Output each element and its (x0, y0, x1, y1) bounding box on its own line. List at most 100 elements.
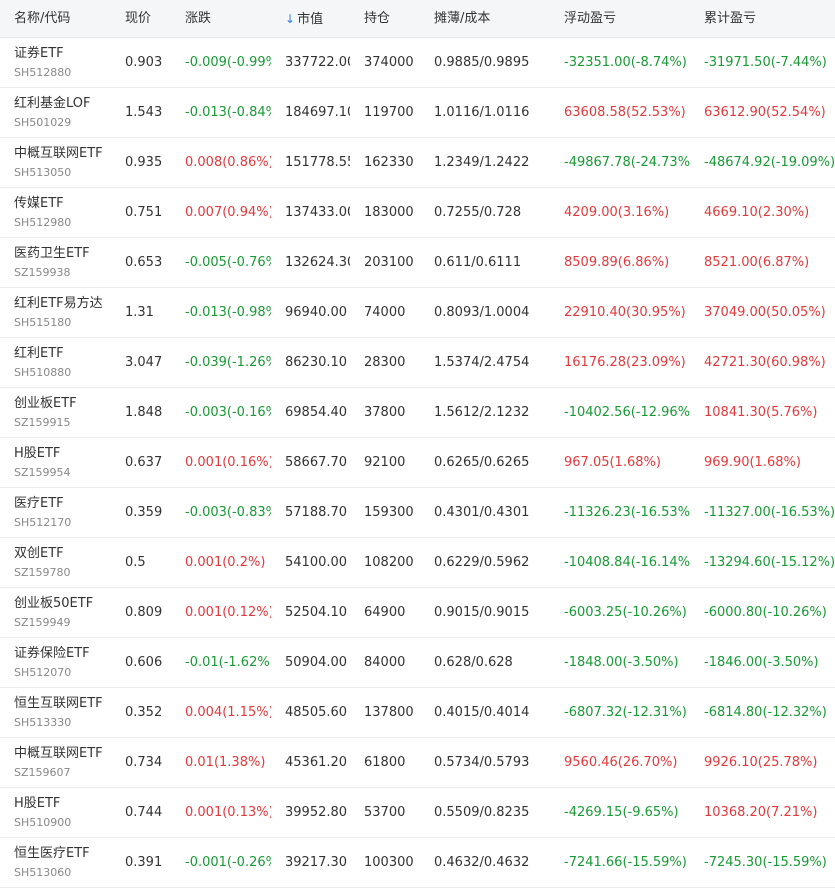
total-pnl-cell: -1846.00(-3.50%) (704, 655, 819, 670)
column-header-position[interactable]: 持仓 (350, 0, 420, 37)
market-value-cell: 132624.30 (285, 255, 350, 270)
table-row[interactable]: 创业板50ETF SZ159949 0.809 0.001(0.12%) 525… (0, 588, 835, 638)
table-row[interactable]: 红利基金LOF SH501029 1.543 -0.013(-0.84%) 18… (0, 88, 835, 138)
fund-name: H股ETF (14, 795, 61, 811)
price-cell: 1.848 (125, 405, 163, 420)
table-row[interactable]: 恒生互联网ETF SH513330 0.352 0.004(1.15%) 485… (0, 688, 835, 738)
table-row[interactable]: 双创ETF SZ159780 0.5 0.001(0.2%) 54100.00 … (0, 538, 835, 588)
name-code-cell: 医疗ETF SH512170 (0, 488, 111, 538)
table-row[interactable]: 红利ETF易方达 SH515180 1.31 -0.013(-0.98%) 96… (0, 288, 835, 338)
cost-cell: 0.8093/1.0004 (434, 305, 530, 320)
total-pnl-cell: -11327.00(-16.53%) (704, 505, 835, 520)
floating-pnl-cell: -6003.25(-10.26%) (564, 605, 687, 620)
floating-pnl-cell: 22910.40(30.95%) (564, 305, 686, 320)
fund-name: 传媒ETF (14, 195, 64, 211)
name-code-cell: 创业板50ETF SZ159949 (0, 588, 111, 638)
fund-code: SZ159938 (14, 265, 71, 279)
fund-code: SH501029 (14, 115, 72, 129)
table-row[interactable]: H股ETF SH510900 0.744 0.001(0.13%) 39952.… (0, 788, 835, 838)
total-pnl-cell: 37049.00(50.05%) (704, 305, 826, 320)
column-header-change[interactable]: 涨跌 (171, 0, 271, 37)
table-row[interactable]: 证券ETF SH512880 0.903 -0.009(-0.99%) 3377… (0, 38, 835, 88)
change-cell: 0.01(1.38%) (185, 755, 266, 770)
fund-code: SH513330 (14, 715, 72, 729)
name-code-cell: H股ETF SH510900 (0, 788, 111, 838)
floating-pnl-cell: -11326.23(-16.53%) (564, 505, 690, 520)
position-cell: 203100 (364, 255, 414, 270)
position-cell: 108200 (364, 555, 414, 570)
position-cell: 159300 (364, 505, 414, 520)
floating-pnl-cell: -49867.78(-24.73%) (564, 155, 690, 170)
cost-cell: 0.9885/0.9895 (434, 55, 530, 70)
change-cell: 0.004(1.15%) (185, 705, 271, 720)
floating-pnl-cell: -1848.00(-3.50%) (564, 655, 679, 670)
position-cell: 74000 (364, 305, 406, 320)
total-pnl-cell: 4669.10(2.30%) (704, 205, 810, 220)
table-row[interactable]: 证券保险ETF SH512070 0.606 -0.01(-1.62%) 509… (0, 638, 835, 688)
market-value-cell: 151778.55 (285, 155, 350, 170)
total-pnl-cell: -6000.80(-10.26%) (704, 605, 827, 620)
floating-pnl-cell: -10408.84(-16.14%) (564, 555, 690, 570)
fund-code: SZ159780 (14, 565, 71, 579)
total-pnl-cell: -13294.60(-15.12%) (704, 555, 835, 570)
total-pnl-cell: 42721.30(60.98%) (704, 355, 826, 370)
fund-name: 创业板ETF (14, 395, 77, 411)
market-value-cell: 137433.00 (285, 205, 350, 220)
fund-name: H股ETF (14, 445, 61, 461)
fund-name: 红利ETF (14, 345, 64, 361)
table-row[interactable]: 中概互联网ETF SH513050 0.935 0.008(0.86%) 151… (0, 138, 835, 188)
table-row[interactable]: H股ETF SZ159954 0.637 0.001(0.16%) 58667.… (0, 438, 835, 488)
name-code-cell: 医药卫生ETF SZ159938 (0, 238, 111, 288)
column-header-total-pnl[interactable]: 累计盈亏 (690, 0, 835, 37)
position-cell: 162330 (364, 155, 414, 170)
change-cell: -0.013(-0.84%) (185, 105, 271, 120)
column-header-floating-pnl[interactable]: 浮动盈亏 (550, 0, 690, 37)
position-cell: 374000 (364, 55, 414, 70)
total-pnl-cell: -7245.30(-15.59%) (704, 855, 827, 870)
total-pnl-cell: -31971.50(-7.44%) (704, 55, 827, 70)
column-header-name-code[interactable]: 名称/代码 (0, 0, 111, 37)
column-header-market-value[interactable]: ↓ 市值 (271, 0, 350, 37)
change-cell: -0.003(-0.16%) (185, 405, 271, 420)
market-value-cell: 45361.20 (285, 755, 348, 770)
price-cell: 1.543 (125, 105, 163, 120)
total-pnl-cell: 10368.20(7.21%) (704, 805, 818, 820)
floating-pnl-cell: 9560.46(26.70%) (564, 755, 678, 770)
cost-cell: 1.2349/1.2422 (434, 155, 530, 170)
table-row[interactable]: 创业板ETF SZ159915 1.848 -0.003(-0.16%) 698… (0, 388, 835, 438)
floating-pnl-cell: 16176.28(23.09%) (564, 355, 686, 370)
market-value-cell: 39217.30 (285, 855, 348, 870)
name-code-cell: 红利ETF易方达 SH515180 (0, 288, 111, 338)
fund-name: 证券ETF (14, 45, 64, 61)
table-row[interactable]: 恒生医疗ETF SH513060 0.391 -0.001(-0.26%) 39… (0, 838, 835, 888)
fund-code: SH512880 (14, 65, 72, 79)
table-row[interactable]: 医疗ETF SH512170 0.359 -0.003(-0.83%) 5718… (0, 488, 835, 538)
price-cell: 0.734 (125, 755, 163, 770)
price-cell: 0.359 (125, 505, 163, 520)
market-value-cell: 58667.70 (285, 455, 348, 470)
fund-name: 中概互联网ETF (14, 145, 103, 161)
table-row[interactable]: 中概互联网ETF SZ159607 0.734 0.01(1.38%) 4536… (0, 738, 835, 788)
name-code-cell: 红利ETF SH510880 (0, 338, 111, 388)
change-cell: 0.007(0.94%) (185, 205, 271, 220)
change-cell: -0.039(-1.26%) (185, 355, 271, 370)
change-cell: -0.003(-0.83%) (185, 505, 271, 520)
fund-code: SH510900 (14, 815, 72, 829)
table-row[interactable]: 红利ETF SH510880 3.047 -0.039(-1.26%) 8623… (0, 338, 835, 388)
market-value-cell: 184697.10 (285, 105, 350, 120)
table-row[interactable]: 医药卫生ETF SZ159938 0.653 -0.005(-0.76%) 13… (0, 238, 835, 288)
total-pnl-cell: 8521.00(6.87%) (704, 255, 810, 270)
market-value-cell: 54100.00 (285, 555, 348, 570)
fund-code: SH513050 (14, 165, 72, 179)
column-header-price[interactable]: 现价 (111, 0, 171, 37)
price-cell: 0.751 (125, 205, 163, 220)
cost-cell: 1.5612/2.1232 (434, 405, 530, 420)
total-pnl-cell: -48674.92(-19.09%) (704, 155, 835, 170)
price-cell: 0.606 (125, 655, 163, 670)
position-cell: 53700 (364, 805, 406, 820)
fund-name: 红利基金LOF (14, 95, 91, 111)
name-code-cell: 证券保险ETF SH512070 (0, 638, 111, 688)
fund-code: SH510880 (14, 365, 72, 379)
column-header-cost[interactable]: 摊薄/成本 (420, 0, 550, 37)
table-row[interactable]: 传媒ETF SH512980 0.751 0.007(0.94%) 137433… (0, 188, 835, 238)
